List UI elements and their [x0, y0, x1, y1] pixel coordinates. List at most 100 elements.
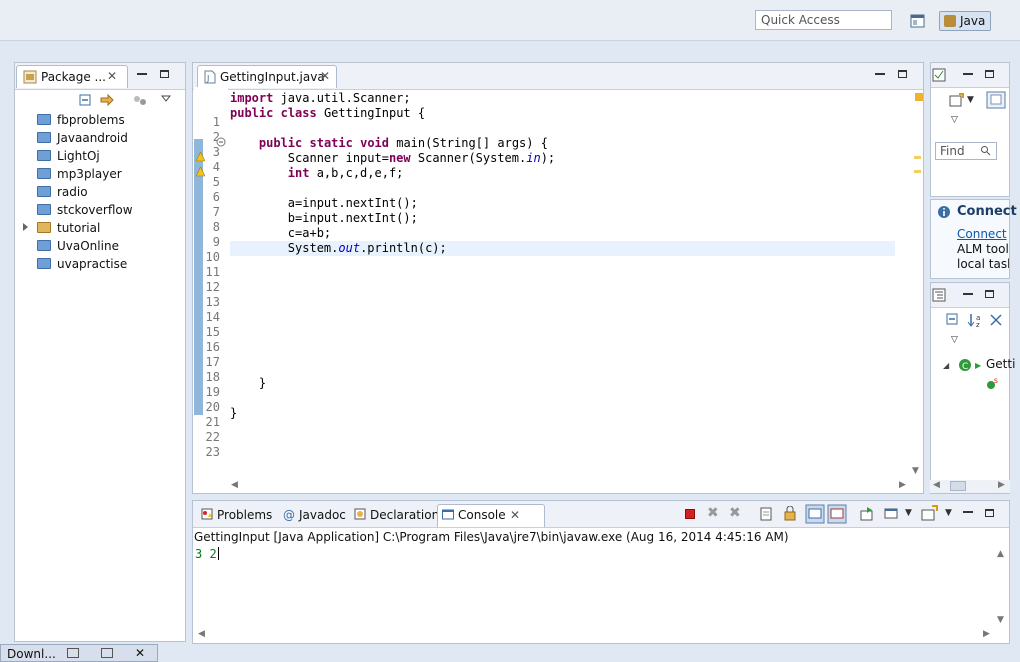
hide-fields-icon[interactable]: [989, 313, 1003, 327]
code-line[interactable]: System.out.println(c);: [230, 241, 447, 256]
restore-icon[interactable]: [67, 648, 79, 658]
tab-package-explorer[interactable]: Package ... ✕: [16, 65, 128, 88]
open-perspective-icon[interactable]: [910, 13, 926, 29]
scroll-down-arrow-icon[interactable]: ▼: [997, 615, 1004, 625]
project-tree-item[interactable]: Javaandroid: [15, 129, 185, 147]
code-line[interactable]: }: [230, 406, 237, 421]
code-line[interactable]: a=input.nextInt();: [230, 196, 418, 211]
warning-icon[interactable]: [196, 152, 205, 162]
scroll-left-arrow-icon[interactable]: ◀: [933, 480, 940, 490]
project-folder-icon: [37, 222, 51, 233]
scroll-left-arrow-icon[interactable]: ◀: [198, 629, 205, 639]
code-area[interactable]: import java.util.Scanner; public class Ge…: [230, 87, 900, 467]
close-icon[interactable]: ✕: [107, 69, 117, 83]
project-tree-item[interactable]: mp3player: [15, 165, 185, 183]
overview-ruler[interactable]: ▼: [910, 87, 923, 479]
outline-horizontal-scrollbar[interactable]: ◀ ▶: [930, 480, 1010, 493]
scroll-left-arrow-icon[interactable]: ◀: [231, 480, 238, 490]
view-menu-chevron-down-icon[interactable]: ▽: [951, 335, 958, 345]
quick-access-input[interactable]: Quick Access: [755, 10, 892, 30]
pin-console-icon[interactable]: [859, 506, 875, 522]
tab-javadoc[interactable]: @ Javadoc: [279, 505, 361, 525]
scroll-lock-icon[interactable]: [783, 506, 799, 522]
project-tree-item[interactable]: uvapractise: [15, 255, 185, 273]
code-line[interactable]: Scanner input=new Scanner(System.in);: [230, 151, 555, 166]
maximize-icon[interactable]: [985, 70, 994, 78]
maximize-icon[interactable]: [985, 290, 994, 298]
chevron-down-icon[interactable]: ▼: [905, 508, 912, 518]
clear-console-icon[interactable]: [759, 506, 775, 522]
code-line[interactable]: import java.util.Scanner;: [230, 91, 411, 106]
scroll-right-arrow-icon[interactable]: ▶: [998, 480, 1005, 490]
horizontal-scrollbar[interactable]: ◀ ▶: [229, 480, 911, 493]
view-menu-chevron-down-icon[interactable]: ▽: [951, 115, 958, 125]
scroll-right-arrow-icon[interactable]: ▶: [983, 629, 990, 639]
method-icon: S: [987, 378, 998, 389]
tab-gettinginput-java[interactable]: J GettingInput.java ✕: [197, 65, 337, 88]
close-icon[interactable]: ✕: [510, 505, 520, 525]
tab-problems[interactable]: Problems: [197, 505, 289, 525]
tab-console[interactable]: Console ✕: [437, 504, 545, 527]
code-line[interactable]: int a,b,c,d,e,f;: [230, 166, 404, 181]
open-console-icon[interactable]: [921, 505, 939, 521]
expand-arrow-icon[interactable]: ◢: [943, 361, 949, 370]
connect-link[interactable]: Connect: [957, 227, 1007, 241]
expand-arrow-icon[interactable]: [23, 223, 28, 231]
downloads-window-button[interactable]: Downl... ✕: [0, 644, 158, 662]
task-list-icon[interactable]: [932, 68, 946, 82]
chevron-down-icon[interactable]: ▼: [967, 95, 974, 105]
scrollbar-thumb[interactable]: [950, 481, 966, 491]
remove-all-terminated-icon[interactable]: ✖: [729, 505, 741, 521]
chevron-down-icon[interactable]: ▼: [945, 508, 952, 518]
project-tree-item[interactable]: UvaOnline: [15, 237, 185, 255]
outline-icon[interactable]: [932, 288, 946, 302]
code-line[interactable]: public static void main(String[] args) {: [230, 136, 548, 151]
project-tree-item[interactable]: LightOj: [15, 147, 185, 165]
project-tree-item[interactable]: stckoverflow: [15, 201, 185, 219]
project-tree-item[interactable]: fbproblems: [15, 111, 185, 129]
maximize-icon[interactable]: [985, 509, 994, 517]
project-tree-item[interactable]: radio: [15, 183, 185, 201]
collapse-all-icon[interactable]: [79, 94, 93, 108]
show-console-on-error-icon[interactable]: [827, 504, 847, 524]
display-selected-console-icon[interactable]: [883, 506, 899, 522]
task-find-input[interactable]: Find: [935, 142, 997, 160]
focus-on-workweek-icon[interactable]: [986, 91, 1006, 109]
close-icon[interactable]: ✕: [320, 69, 330, 83]
view-menu-chevron-down-icon[interactable]: [161, 95, 171, 103]
overview-warning-marker[interactable]: [915, 93, 923, 101]
java-perspective-button[interactable]: Java: [939, 11, 991, 31]
code-line[interactable]: c=a+b;: [230, 226, 331, 241]
maximize-icon[interactable]: [898, 70, 907, 78]
fold-collapse-icon[interactable]: [216, 137, 226, 147]
scroll-down-arrow-icon[interactable]: ▼: [912, 466, 919, 476]
code-line[interactable]: public class GettingInput {: [230, 106, 425, 121]
minimize-icon[interactable]: [137, 73, 147, 75]
terminate-icon[interactable]: [685, 509, 695, 519]
maximize-icon[interactable]: [101, 648, 113, 658]
console-output[interactable]: 3 2: [195, 547, 219, 561]
scroll-up-arrow-icon[interactable]: ▲: [997, 549, 1004, 559]
project-tree-item[interactable]: tutorial: [15, 219, 185, 237]
minimize-icon[interactable]: [963, 511, 973, 513]
code-line[interactable]: }: [230, 376, 266, 391]
close-icon[interactable]: ✕: [135, 646, 145, 660]
warning-icon[interactable]: [196, 167, 205, 177]
minimize-icon[interactable]: [963, 293, 973, 295]
sort-icon[interactable]: az: [967, 312, 983, 328]
minimize-icon[interactable]: [963, 73, 973, 75]
overview-warning-marker[interactable]: [914, 170, 921, 173]
code-line[interactable]: b=input.nextInt();: [230, 211, 418, 226]
view-menu-filter-icon[interactable]: [132, 94, 148, 108]
collapse-all-icon[interactable]: [946, 313, 960, 327]
scroll-right-arrow-icon[interactable]: ▶: [899, 480, 906, 490]
new-task-icon[interactable]: [949, 93, 965, 107]
show-console-on-output-icon[interactable]: [805, 504, 825, 524]
overview-warning-marker[interactable]: [914, 156, 921, 159]
link-with-editor-icon[interactable]: [99, 93, 115, 109]
remove-launch-icon[interactable]: ✖: [707, 505, 719, 521]
maximize-icon[interactable]: [160, 70, 169, 78]
minimize-icon[interactable]: [875, 73, 885, 75]
outline-item-label[interactable]: Getti: [986, 357, 1015, 371]
search-icon[interactable]: [980, 145, 991, 156]
